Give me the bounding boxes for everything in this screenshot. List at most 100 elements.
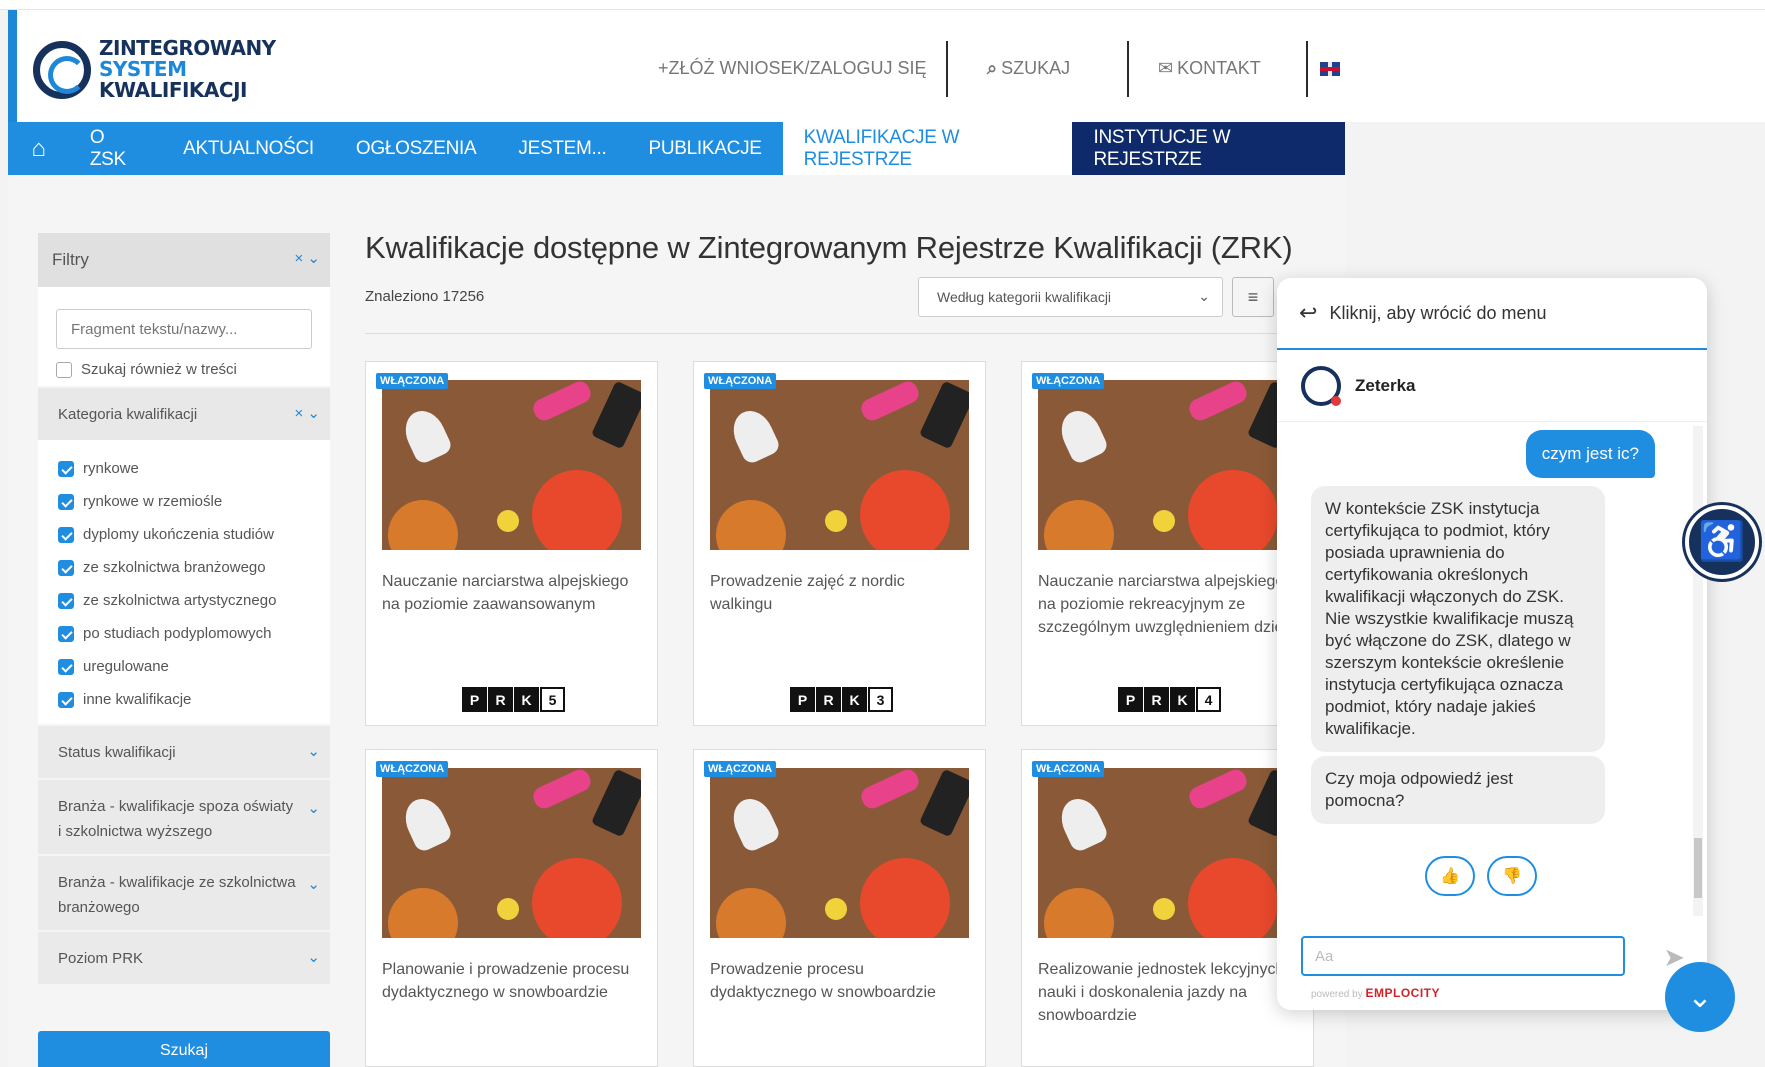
- chat-message-input[interactable]: Aa: [1301, 936, 1625, 976]
- checkbox-checked[interactable]: [58, 592, 74, 609]
- text-filter-box: Szukaj również w treści: [38, 287, 330, 386]
- category-label: rynkowe w rzemiośle: [83, 493, 223, 510]
- bot-message: W kontekście ZSK instytucja certyfikując…: [1311, 486, 1605, 752]
- filters-clear-toggle[interactable]: × ⌄: [295, 249, 321, 267]
- card-title[interactable]: Prowadzenie zajęć z nordic walkingu: [710, 570, 970, 616]
- category-clear-toggle[interactable]: × ⌄: [295, 404, 321, 422]
- accessibility-button[interactable]: ♿: [1685, 505, 1759, 579]
- nav-item-kwalifikacje[interactable]: KWALIFIKACJE W REJESTRZE: [782, 122, 1073, 175]
- category-option[interactable]: po studiach podyplomowych: [58, 617, 310, 650]
- contact-link[interactable]: ✉ KONTAKT: [1158, 58, 1261, 79]
- qualification-card[interactable]: WŁĄCZONA Prowadzenie procesu dydaktyczne…: [693, 749, 986, 1067]
- search-icon: ⌕: [987, 58, 998, 78]
- nav-item-instytucje[interactable]: INSTYTUCJE W REJESTRZE: [1072, 122, 1345, 175]
- category-option[interactable]: uregulowane: [58, 650, 310, 683]
- thumbs-down-button[interactable]: 👎: [1487, 856, 1537, 896]
- prk-letter: R: [488, 687, 513, 712]
- nav-divider: [946, 41, 948, 97]
- card-title[interactable]: Nauczanie narciarstwa alpejskiego na poz…: [382, 570, 642, 616]
- list-view-button[interactable]: ≡: [1232, 277, 1274, 317]
- filters-title: Filtry: [52, 250, 89, 269]
- page-title: Kwalifikacje dostępne w Zintegrowanym Re…: [365, 230, 1293, 265]
- prk-letter: P: [790, 687, 815, 712]
- prk-letter: R: [1144, 687, 1169, 712]
- chat-toggle-button[interactable]: ⌄: [1665, 962, 1735, 1032]
- card-title[interactable]: Planowanie i prowadzenie procesu dydakty…: [382, 958, 642, 1004]
- back-to-menu-button[interactable]: ↩ Kliknij, aby wrócić do menu: [1277, 278, 1707, 350]
- category-title: Kategoria kwalifikacji: [58, 405, 198, 423]
- accessibility-icon: ♿: [1698, 521, 1746, 563]
- checkbox-checked[interactable]: [58, 493, 74, 510]
- sort-select[interactable]: Według kategorii kwalifikacji ⌄: [918, 277, 1223, 317]
- nav-item-publikacje[interactable]: PUBLIKACJE: [628, 122, 783, 175]
- uk-flag-icon: [1320, 62, 1340, 76]
- apply-login-link[interactable]: +ZŁÓŻ WNIOSEK/ZALOGUJ SIĘ: [658, 58, 927, 79]
- nav-item-ogloszenia[interactable]: OGŁOSZENIA: [335, 122, 498, 175]
- filters-header[interactable]: Filtry × ⌄: [38, 233, 330, 287]
- sports-equipment-image: [382, 768, 641, 938]
- category-list: rynkowe rynkowe w rzemiośle dyplomy ukoń…: [38, 440, 330, 724]
- back-to-menu-label: Kliknij, aby wrócić do menu: [1329, 302, 1547, 323]
- branch-vocational-section[interactable]: Branża - kwalifikacje ze szkolnictwa bra…: [38, 856, 330, 930]
- text-filter-input[interactable]: [56, 309, 312, 349]
- category-label: rynkowe: [83, 460, 139, 477]
- prk-letter: P: [1118, 687, 1143, 712]
- qualification-card[interactable]: WŁĄCZONA Realizowanie jednostek lekcyjny…: [1021, 749, 1314, 1067]
- checkbox-checked[interactable]: [58, 658, 74, 675]
- category-label: ze szkolnictwa artystycznego: [83, 592, 277, 609]
- branch-non-education-section[interactable]: Branża - kwalifikacje spoza oświaty i sz…: [38, 780, 330, 854]
- apply-login-label: +ZŁÓŻ WNIOSEK/ZALOGUJ SIĘ: [658, 58, 927, 78]
- nav-item-jestem[interactable]: JESTEM...: [497, 122, 627, 175]
- status-badge: WŁĄCZONA: [1032, 761, 1105, 777]
- search-submit-button[interactable]: Szukaj: [38, 1031, 330, 1067]
- search-link[interactable]: ⌕ SZUKAJ: [987, 58, 1070, 79]
- checkbox-label: Szukaj również w treści: [81, 361, 237, 378]
- prk-level-section[interactable]: Poziom PRK ⌄: [38, 932, 330, 984]
- qualification-card[interactable]: WŁĄCZONA Prowadzenie zajęć z nordic walk…: [693, 361, 986, 726]
- qualification-card[interactable]: WŁĄCZONA Planowanie i prowadzenie proces…: [365, 749, 658, 1067]
- checkbox-checked[interactable]: [58, 625, 74, 642]
- qualification-card[interactable]: WŁĄCZONA Nauczanie narciarstwa alpejskie…: [365, 361, 658, 726]
- checkbox-checked[interactable]: [58, 460, 74, 477]
- chevron-down-icon: ⌄: [307, 876, 320, 893]
- status-badge: WŁĄCZONA: [704, 373, 777, 389]
- chevron-down-icon: ⌄: [307, 800, 320, 817]
- nav-item-aktualnosci[interactable]: AKTUALNOŚCI: [162, 122, 335, 175]
- category-option[interactable]: ze szkolnictwa branżowego: [58, 551, 310, 584]
- sports-equipment-image: [382, 380, 641, 550]
- card-title[interactable]: Prowadzenie procesu dydaktycznego w snow…: [710, 958, 970, 1004]
- card-title[interactable]: Nauczanie narciarstwa alpejskiego na poz…: [1038, 570, 1298, 639]
- home-button[interactable]: ⌂: [8, 122, 69, 175]
- category-option[interactable]: dyplomy ukończenia studiów: [58, 518, 310, 551]
- search-in-content-checkbox[interactable]: Szukaj również w treści: [56, 361, 312, 378]
- status-section-header[interactable]: Status kwalifikacji ⌄: [38, 726, 330, 778]
- scrollbar-thumb[interactable]: [1694, 838, 1702, 898]
- prk-letter: K: [1170, 687, 1195, 712]
- main-nav: ⌂ O ZSK AKTUALNOŚCI OGŁOSZENIA JESTEM...…: [8, 122, 1345, 175]
- checkbox-checked[interactable]: [58, 526, 74, 543]
- prk-level-number: 5: [540, 687, 565, 712]
- powered-by[interactable]: powered by EMPLOCITY: [1311, 986, 1440, 1000]
- bot-feedback-question: Czy moja odpowiedź jest pomocna?: [1311, 756, 1605, 824]
- category-section-header[interactable]: Kategoria kwalifikacji × ⌄: [38, 388, 330, 440]
- agent-avatar: [1301, 365, 1341, 406]
- qualification-card[interactable]: WŁĄCZONA Nauczanie narciarstwa alpejskie…: [1021, 361, 1314, 726]
- category-label: ze szkolnictwa branżowego: [83, 559, 266, 576]
- thumbs-up-button[interactable]: 👍: [1425, 856, 1475, 896]
- search-link-label: SZUKAJ: [1001, 58, 1071, 78]
- thumbs-up-icon: 👍: [1440, 868, 1460, 885]
- category-option[interactable]: rynkowe w rzemiośle: [58, 485, 310, 518]
- english-language-button[interactable]: [1320, 62, 1340, 76]
- checkbox-checked[interactable]: [58, 559, 74, 576]
- category-option[interactable]: inne kwalifikacje: [58, 683, 310, 716]
- category-option[interactable]: ze szkolnictwa artystycznego: [58, 584, 310, 617]
- nav-item-o-zsk[interactable]: O ZSK: [69, 122, 162, 175]
- chat-scrollbar[interactable]: [1693, 426, 1703, 916]
- checkbox[interactable]: [56, 361, 72, 378]
- prk-level-number: 3: [868, 687, 893, 712]
- checkbox-checked[interactable]: [58, 691, 74, 708]
- prk-letter: K: [514, 687, 539, 712]
- category-option[interactable]: rynkowe: [58, 452, 310, 485]
- card-title[interactable]: Realizowanie jednostek lekcyjnych z nauk…: [1038, 958, 1298, 1027]
- list-icon: ≡: [1247, 286, 1259, 307]
